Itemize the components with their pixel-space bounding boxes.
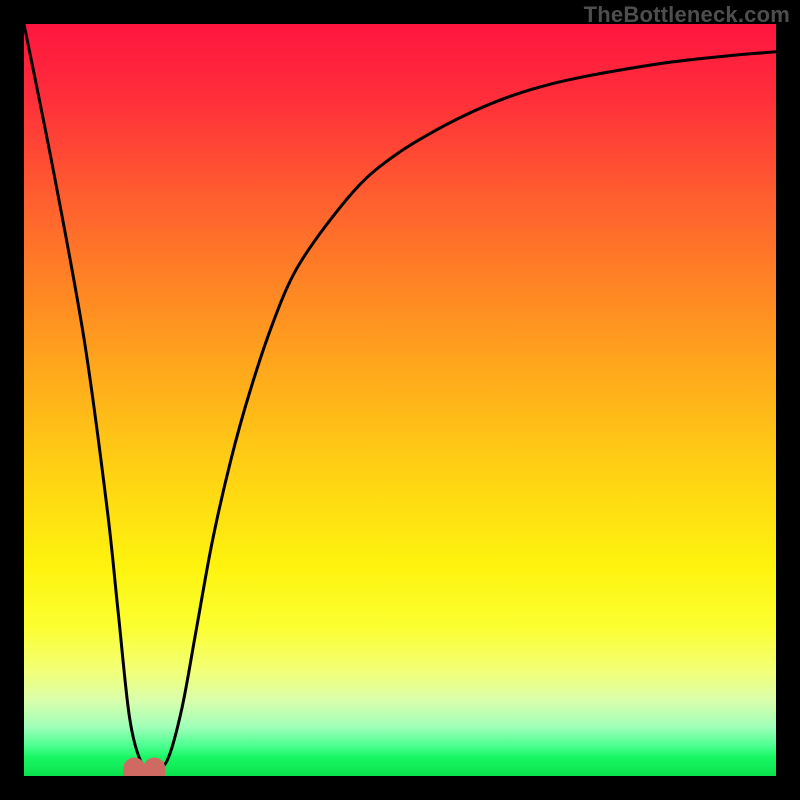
- chart-frame: TheBottleneck.com: [0, 0, 800, 800]
- curve-layer: [24, 24, 776, 776]
- plot-area: [24, 24, 776, 776]
- minimum-marker-icon: [123, 758, 165, 776]
- bottleneck-curve: [24, 24, 776, 769]
